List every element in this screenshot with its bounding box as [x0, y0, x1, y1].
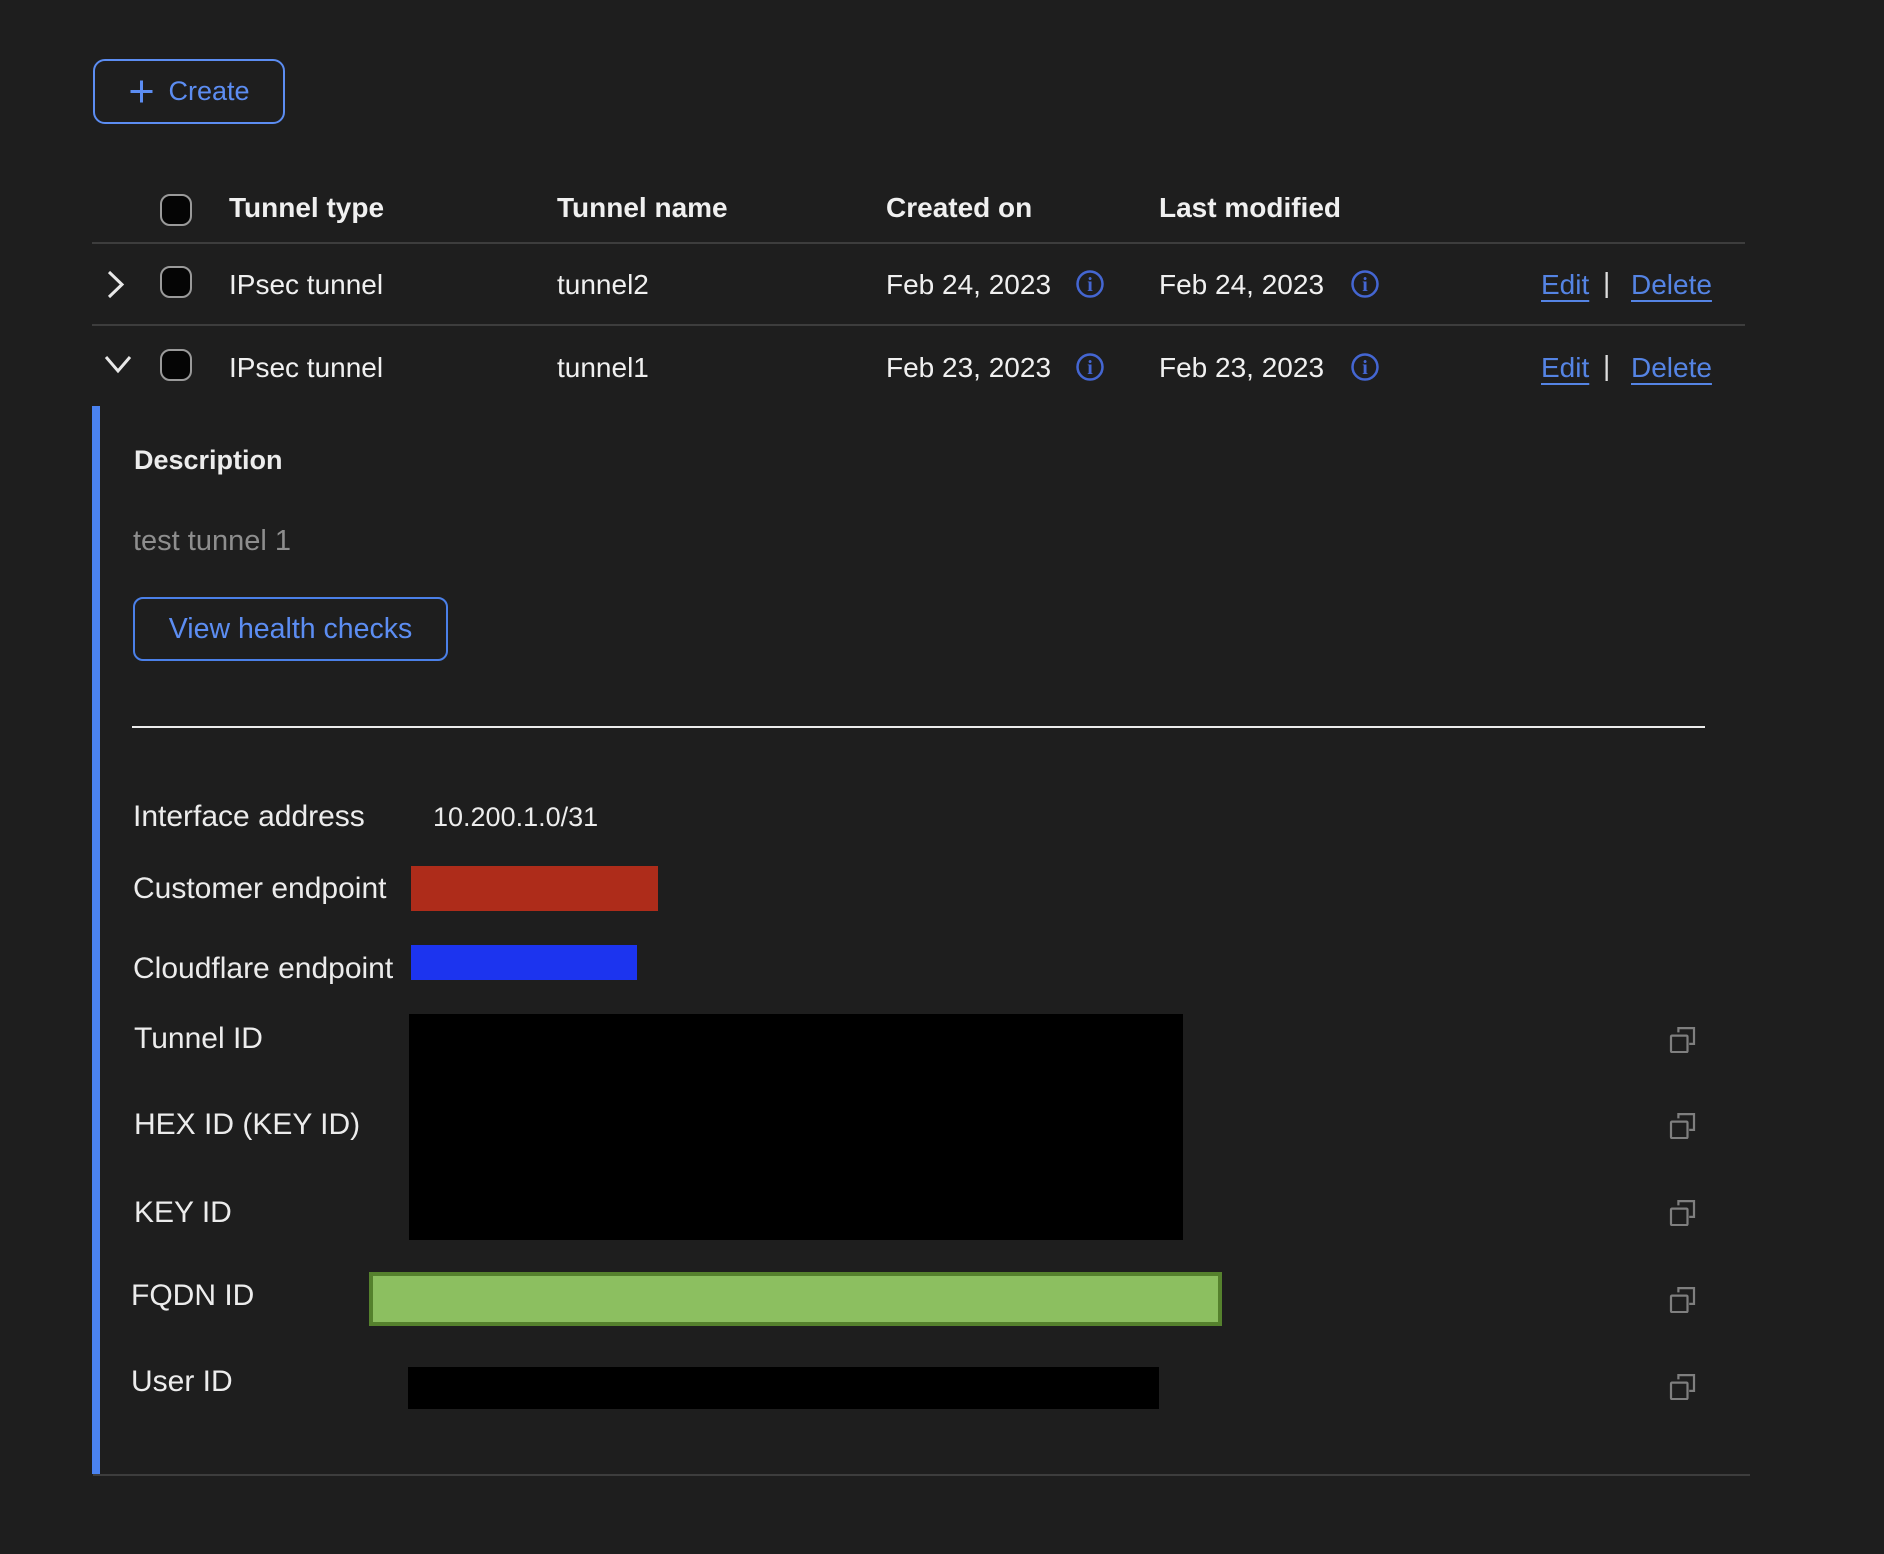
svg-text:i: i: [1087, 274, 1093, 296]
svg-text:i: i: [1087, 357, 1093, 379]
svg-text:i: i: [1362, 274, 1368, 296]
svg-text:i: i: [1362, 357, 1368, 379]
